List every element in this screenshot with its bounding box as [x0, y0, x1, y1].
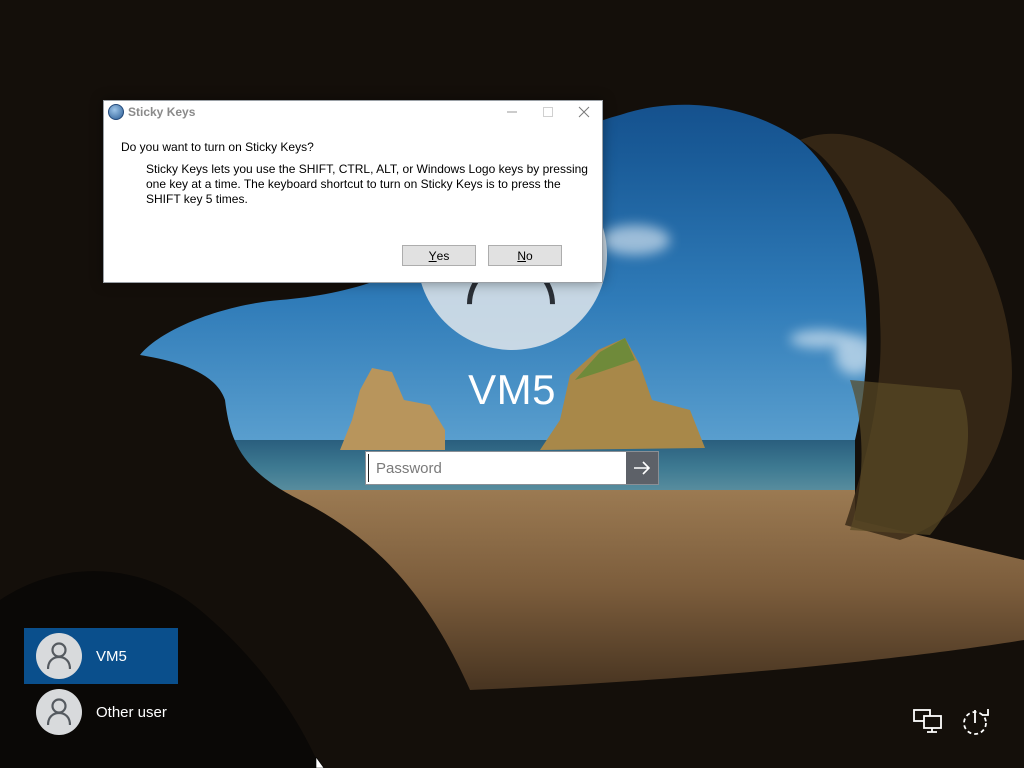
dialog-titlebar[interactable]: Sticky Keys [104, 101, 602, 123]
minimize-button[interactable] [494, 101, 530, 123]
yes-hotkey: Y [428, 248, 437, 263]
user-item-vm5[interactable]: VM5 [24, 628, 178, 684]
maximize-icon [543, 107, 553, 117]
no-hotkey: N [517, 248, 526, 263]
sticky-keys-dialog: Sticky Keys Do you want to turn on Stick… [103, 100, 603, 283]
submit-button[interactable] [626, 452, 658, 484]
close-button[interactable] [566, 101, 602, 123]
user-icon [47, 698, 71, 726]
user-item-other-user[interactable]: Other user [24, 684, 178, 740]
no-label: o [525, 248, 533, 263]
yes-label: es [436, 248, 450, 263]
network-icon [913, 709, 942, 733]
mouse-cursor-icon [315, 757, 325, 768]
yes-button[interactable]: Yes [402, 245, 476, 266]
power-icon [963, 709, 989, 735]
avatar [36, 689, 82, 735]
login-user-name: VM5 [468, 366, 556, 413]
no-button[interactable]: No [488, 245, 562, 266]
user-icon [47, 642, 71, 670]
user-list: VM5 Other user [24, 628, 178, 740]
power-button[interactable] [960, 706, 992, 738]
user-item-label: Other user [96, 703, 167, 721]
user-item-label: VM5 [96, 647, 127, 665]
sticky-keys-icon [108, 104, 124, 120]
dialog-title: Sticky Keys [128, 105, 196, 119]
dialog-body: Sticky Keys lets you use the SHIFT, CTRL… [146, 162, 588, 206]
dialog-question: Do you want to turn on Sticky Keys? [121, 140, 314, 154]
network-button[interactable] [912, 707, 944, 739]
password-box [365, 451, 659, 485]
close-icon [578, 106, 590, 118]
minimize-icon [507, 111, 517, 113]
password-input[interactable] [368, 454, 624, 482]
maximize-button[interactable] [530, 101, 566, 123]
avatar [36, 633, 82, 679]
arrow-right-icon [634, 461, 651, 475]
